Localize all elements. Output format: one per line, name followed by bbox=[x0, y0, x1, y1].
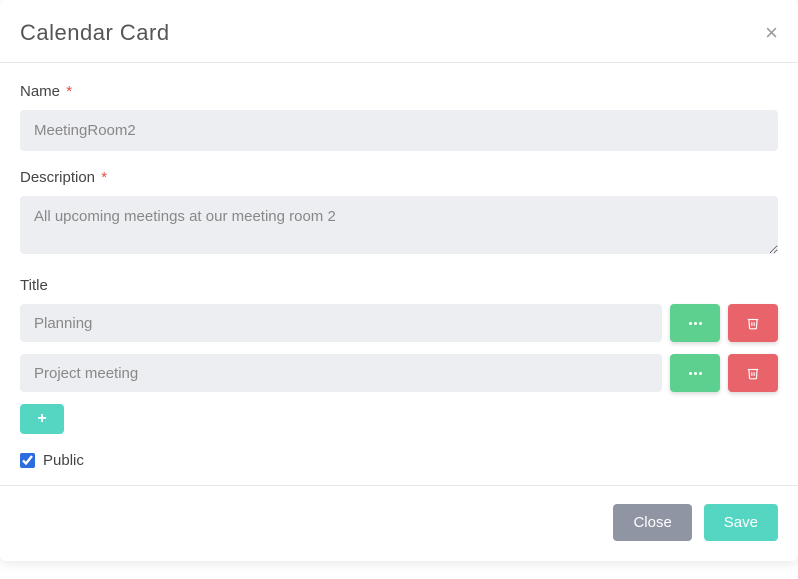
description-textarea[interactable]: All upcoming meetings at our meeting roo… bbox=[20, 196, 778, 254]
title-input-0[interactable] bbox=[20, 304, 662, 342]
trash-icon bbox=[746, 366, 760, 380]
ellipsis-icon bbox=[689, 372, 702, 375]
close-button[interactable]: Close bbox=[613, 504, 691, 541]
modal-body: Name * Description * All upcoming meetin… bbox=[0, 63, 798, 485]
ellipsis-icon bbox=[689, 322, 702, 325]
public-row: Public bbox=[20, 452, 778, 469]
name-label: Name * bbox=[20, 83, 778, 100]
modal-title: Calendar Card bbox=[20, 20, 170, 46]
public-checkbox[interactable] bbox=[20, 453, 35, 468]
calendar-card-modal: Calendar Card × Name * Description * All… bbox=[0, 0, 798, 561]
required-indicator: * bbox=[101, 169, 107, 186]
modal-footer: Close Save bbox=[0, 485, 798, 561]
title-input-1[interactable] bbox=[20, 354, 662, 392]
save-button[interactable]: Save bbox=[704, 504, 778, 541]
description-label: Description * bbox=[20, 169, 778, 186]
name-group: Name * bbox=[20, 83, 778, 151]
trash-icon bbox=[746, 316, 760, 330]
description-group: Description * All upcoming meetings at o… bbox=[20, 169, 778, 259]
description-label-text: Description bbox=[20, 169, 95, 186]
modal-header: Calendar Card × bbox=[0, 0, 798, 63]
title-label: Title bbox=[20, 277, 778, 294]
delete-title-button-0[interactable] bbox=[728, 304, 778, 342]
edit-title-button-0[interactable] bbox=[670, 304, 720, 342]
required-indicator: * bbox=[66, 83, 72, 100]
delete-title-button-1[interactable] bbox=[728, 354, 778, 392]
edit-title-button-1[interactable] bbox=[670, 354, 720, 392]
public-label: Public bbox=[43, 452, 84, 469]
title-group: Title bbox=[20, 277, 778, 434]
title-row bbox=[20, 354, 778, 392]
close-icon[interactable]: × bbox=[765, 22, 778, 44]
name-label-text: Name bbox=[20, 83, 60, 100]
plus-icon: + bbox=[37, 410, 46, 428]
title-row bbox=[20, 304, 778, 342]
name-input[interactable] bbox=[20, 110, 778, 151]
add-title-button[interactable]: + bbox=[20, 404, 64, 434]
